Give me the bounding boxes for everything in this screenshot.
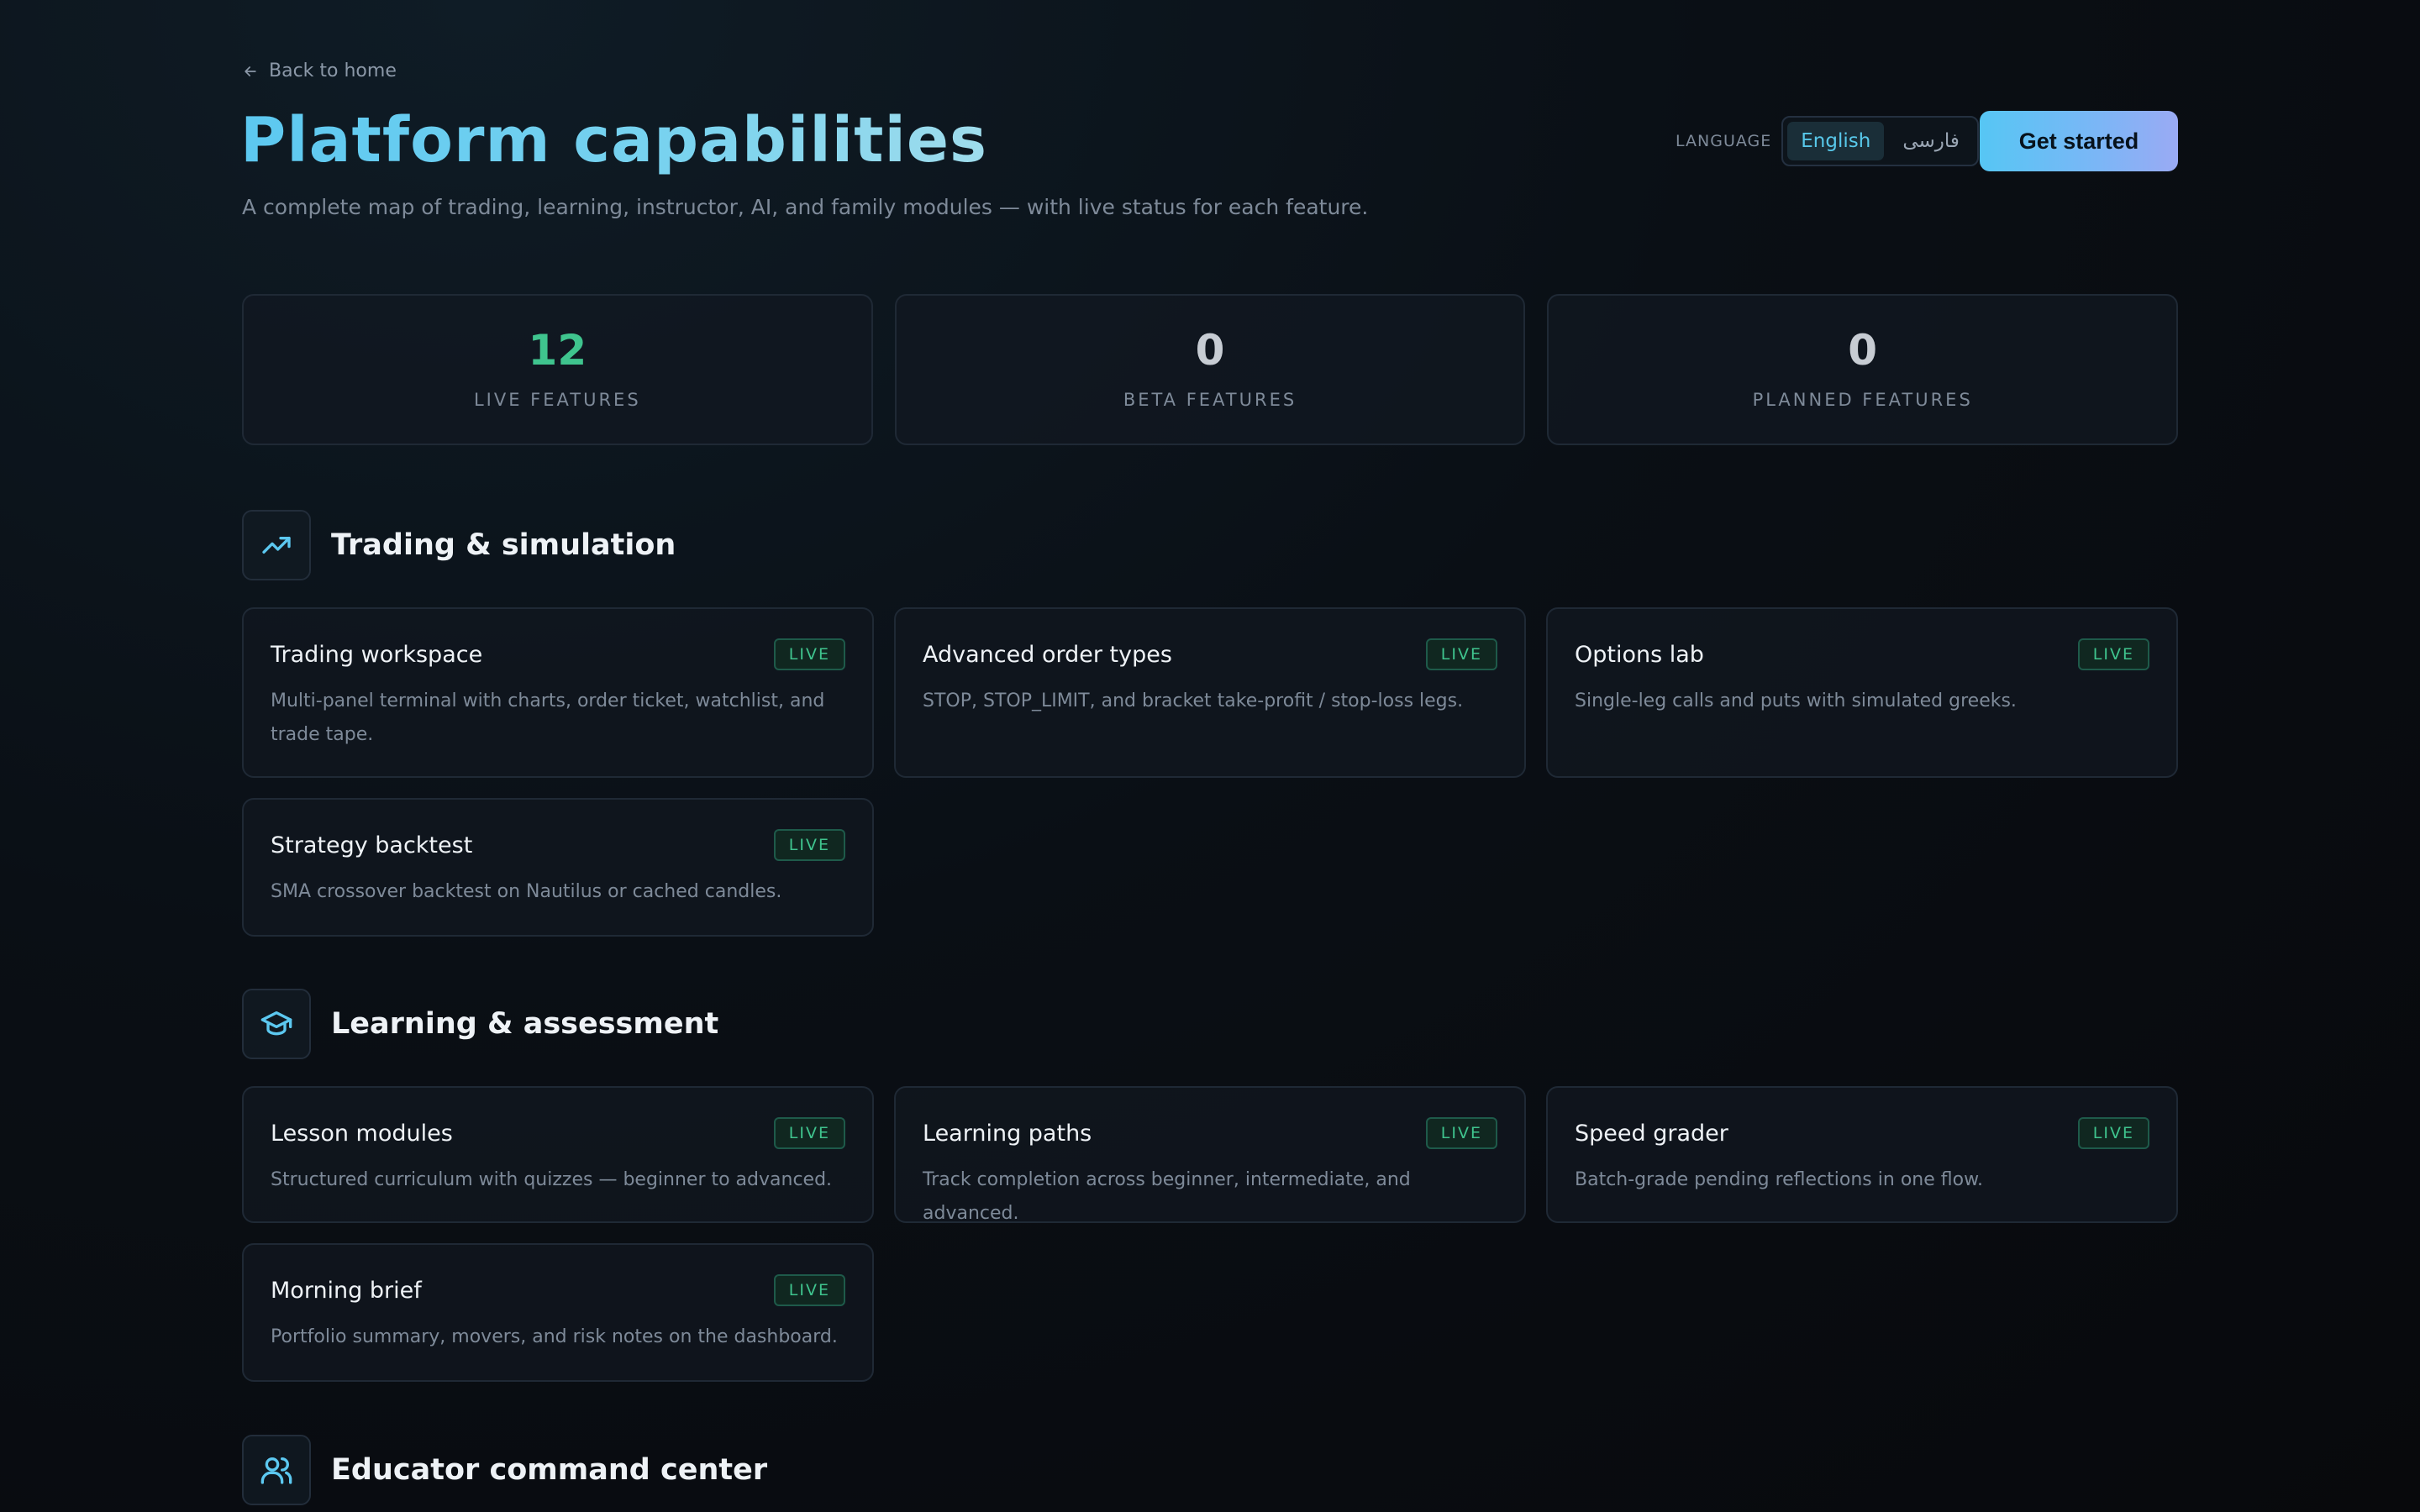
feature-description: SMA crossover backtest on Nautilus or ca… [271, 881, 782, 902]
feature-description: Track completion across beginner, interm… [923, 1169, 1411, 1224]
arrow-left-icon [245, 66, 256, 76]
status-badge: LIVE [2077, 638, 2149, 670]
stat-beta-value: 0 [1195, 326, 1225, 375]
section-title: Trading & simulation [331, 528, 676, 562]
section-educator: Educator command center [242, 1435, 767, 1505]
feature-description: Batch-grade pending reflections in one f… [1575, 1169, 1984, 1190]
feature-title: Options lab [1575, 641, 1704, 668]
stat-planned-label: PLANNED FEATURES [1752, 390, 1973, 410]
feature-card[interactable]: Lesson modules LIVE Structured curriculu… [242, 1086, 874, 1223]
feature-card[interactable]: Learning paths LIVE Track completion acr… [894, 1086, 1526, 1224]
stat-live-label: LIVE FEATURES [473, 390, 641, 410]
feature-card[interactable]: Trading workspace LIVE Multi-panel termi… [242, 607, 874, 778]
feature-description: Portfolio summary, movers, and risk note… [271, 1326, 838, 1347]
feature-card[interactable]: Advanced order types LIVE STOP, STOP_LIM… [894, 607, 1526, 778]
status-badge: LIVE [1425, 638, 1497, 670]
feature-title: Learning paths [923, 1120, 1092, 1147]
feature-title: Trading workspace [271, 641, 483, 668]
section-title: Learning & assessment [331, 1007, 719, 1041]
feature-stats: 12 LIVE FEATURES 0 BETA FEATURES 0 PLANN… [242, 294, 2179, 445]
language-label: LANGUAGE [1676, 132, 1772, 150]
feature-title: Advanced order types [923, 641, 1172, 668]
status-badge: LIVE [773, 829, 845, 861]
feature-card[interactable]: Speed grader LIVE Batch-grade pending re… [1546, 1086, 2178, 1223]
stat-live: 12 LIVE FEATURES [242, 294, 873, 445]
feature-title: Morning brief [271, 1277, 422, 1304]
stat-beta-label: BETA FEATURES [1123, 390, 1297, 410]
graduation-cap-icon [242, 989, 311, 1059]
stat-live-value: 12 [528, 326, 587, 375]
language-switcher: LANGUAGE English فارسی [1676, 116, 1979, 166]
stat-planned: 0 PLANNED FEATURES [1547, 294, 2179, 445]
get-started-button[interactable]: Get started [1980, 111, 2178, 171]
section-title: Educator command center [331, 1453, 768, 1487]
feature-title: Lesson modules [271, 1120, 453, 1147]
status-badge: LIVE [1425, 1117, 1497, 1149]
feature-card[interactable]: Morning brief LIVE Portfolio summary, mo… [242, 1243, 874, 1382]
page-title: Platform capabilities [240, 104, 988, 176]
feature-description: STOP, STOP_LIMIT, and bracket take-profi… [923, 690, 1464, 711]
trending-up-icon [242, 510, 311, 580]
feature-description: Single-leg calls and puts with simulated… [1575, 690, 2017, 711]
language-toggle: English فارسی [1781, 116, 1979, 166]
section-trading: Trading & simulation [242, 510, 676, 580]
capabilities-page: Back to home Platform capabilities A com… [0, 0, 2420, 1512]
back-to-home-link[interactable]: Back to home [242, 60, 397, 81]
status-badge: LIVE [773, 638, 845, 670]
page-subtitle: A complete map of trading, learning, ins… [242, 195, 1369, 219]
feature-description: Multi-panel terminal with charts, order … [271, 690, 825, 745]
feature-title: Speed grader [1575, 1120, 1728, 1147]
stat-beta: 0 BETA FEATURES [894, 294, 1526, 445]
stat-planned-value: 0 [1848, 326, 1878, 375]
feature-card[interactable]: Strategy backtest LIVE SMA crossover bac… [242, 798, 874, 937]
language-option-english[interactable]: English [1787, 122, 1885, 160]
section-learning: Learning & assessment [242, 989, 718, 1059]
feature-title: Strategy backtest [271, 832, 473, 858]
status-badge: LIVE [773, 1274, 845, 1306]
status-badge: LIVE [773, 1117, 845, 1149]
back-link-label: Back to home [269, 60, 397, 81]
status-badge: LIVE [2077, 1117, 2149, 1149]
users-icon [242, 1435, 311, 1505]
language-option-farsi[interactable]: فارسی [1889, 122, 1973, 160]
feature-description: Structured curriculum with quizzes — beg… [271, 1169, 833, 1190]
feature-card[interactable]: Options lab LIVE Single-leg calls and pu… [1546, 607, 2178, 778]
